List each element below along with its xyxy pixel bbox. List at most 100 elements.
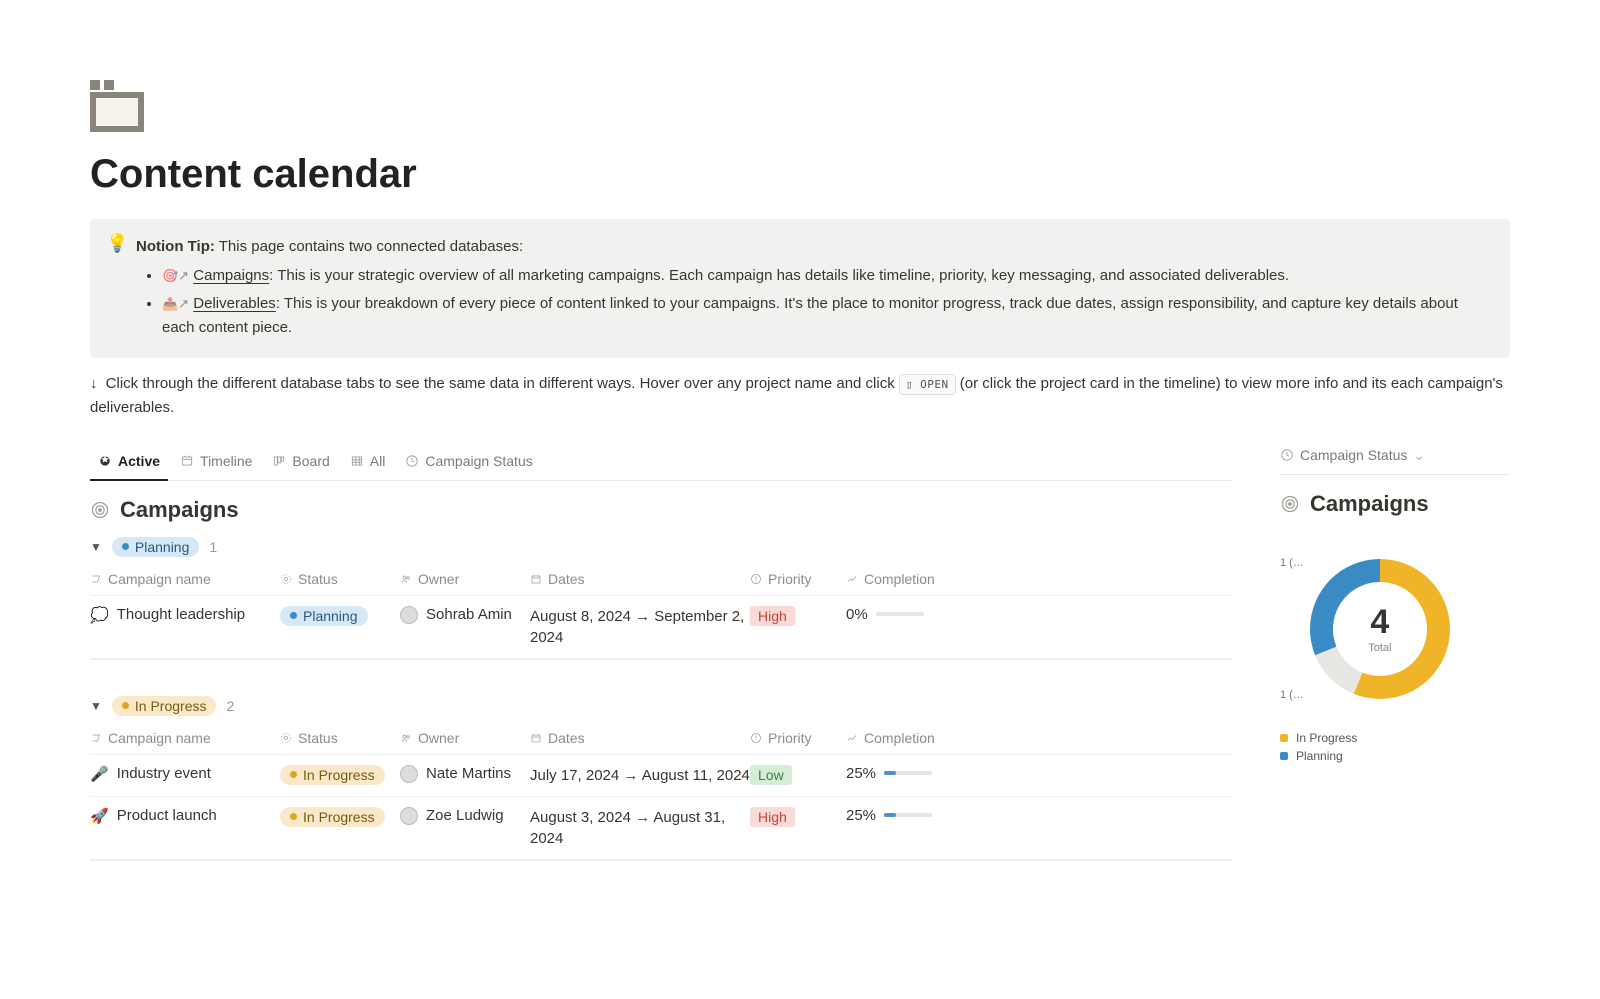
callout-item: 📤↗ Deliverables: This is your breakdown …: [162, 292, 1490, 340]
tab-active[interactable]: Active: [90, 447, 168, 481]
row-emoji-icon: 🚀: [90, 807, 109, 825]
people-icon: [400, 732, 412, 744]
group-table: Campaign nameStatusOwnerDatesPriorityCom…: [90, 722, 1232, 861]
group-header-inprogress[interactable]: ▼In Progress2: [90, 696, 1232, 716]
cell-name[interactable]: 💭Thought leadership: [90, 606, 280, 624]
database-title[interactable]: Campaigns: [90, 497, 1232, 523]
side-database-title[interactable]: Campaigns: [1280, 491, 1510, 517]
tab-icon: [405, 454, 419, 468]
link-page-icon: 🎯↗: [162, 268, 189, 283]
bulb-icon: 💡: [106, 233, 128, 254]
cell-status[interactable]: Planning: [280, 606, 400, 626]
text-icon: [90, 573, 102, 585]
col-dates: Dates: [548, 730, 585, 746]
cell-dates[interactable]: August 3, 2024 → August 31, 2024: [530, 807, 750, 849]
tab-icon: [98, 454, 112, 468]
completion-percent: 25%: [846, 807, 876, 824]
legend-label: In Progress: [1296, 731, 1357, 745]
target-icon: [90, 500, 110, 520]
col-owner: Owner: [418, 730, 459, 746]
tip-callout: 💡 Notion Tip: This page contains two con…: [90, 219, 1510, 358]
row-emoji-icon: 💭: [90, 606, 109, 624]
target-icon: [1280, 494, 1300, 514]
page-link[interactable]: Campaigns: [193, 267, 269, 284]
col-status: Status: [298, 571, 338, 587]
people-icon: [400, 573, 412, 585]
owner-name: Sohrab Amin: [426, 606, 512, 623]
table-row[interactable]: 🎤Industry eventIn ProgressNate MartinsJu…: [90, 755, 1232, 797]
page-icon: [90, 80, 144, 132]
cell-name[interactable]: 🚀 Product launch: [90, 807, 280, 825]
priority-chip: Low: [750, 765, 792, 785]
cell-name[interactable]: 🎤Industry event: [90, 765, 280, 783]
cell-dates[interactable]: July 17, 2024 → August 11, 2024: [530, 765, 750, 786]
chevron-down-icon: ⌄: [1413, 447, 1425, 464]
tab-campaign-status[interactable]: Campaign Status: [397, 447, 540, 479]
toggle-icon[interactable]: ▼: [90, 540, 102, 554]
status-icon: [280, 732, 292, 744]
table-header: Campaign nameStatusOwnerDatesPriorityCom…: [90, 563, 1232, 596]
group-status-pill: Planning: [112, 537, 200, 557]
tab-board[interactable]: Board: [264, 447, 337, 479]
calendar-icon: [530, 732, 542, 744]
status-label: Planning: [303, 608, 358, 624]
cell-status[interactable]: In Progress: [280, 765, 400, 785]
priority-icon: [750, 732, 762, 744]
link-page-icon: 📤↗: [162, 296, 189, 311]
calendar-icon: [530, 573, 542, 585]
progress-bar: [876, 612, 924, 616]
cell-dates[interactable]: August 8, 2024 → September 2, 2024: [530, 606, 750, 648]
priority-chip: High: [750, 807, 795, 827]
priority-icon: [750, 573, 762, 585]
cell-owner[interactable]: Sohrab Amin: [400, 606, 530, 624]
tab-all[interactable]: All: [342, 447, 394, 479]
cell-priority[interactable]: High: [750, 606, 846, 626]
callout-item-text: : This is your breakdown of every piece …: [162, 295, 1458, 336]
cell-completion[interactable]: 25%: [846, 765, 966, 782]
tab-icon: [350, 454, 364, 468]
col-name: Campaign name: [108, 571, 211, 587]
table-header: Campaign nameStatusOwnerDatesPriorityCom…: [90, 722, 1232, 755]
donut-slice-label-bottom: 1 (…: [1280, 689, 1304, 701]
row-emoji-icon: 🎤: [90, 765, 109, 783]
priority-chip: High: [750, 606, 795, 626]
legend-swatch: [1280, 752, 1288, 760]
completion-icon: [846, 732, 858, 744]
cell-owner[interactable]: Zoe Ludwig: [400, 807, 530, 825]
hint-paragraph: ↓ Click through the different database t…: [90, 372, 1510, 419]
completion-percent: 25%: [846, 765, 876, 782]
database-title-text: Campaigns: [120, 497, 239, 523]
text-icon: [90, 732, 102, 744]
tab-label: Campaign Status: [425, 453, 532, 469]
legend-item: In Progress: [1280, 731, 1510, 745]
cell-priority[interactable]: High: [750, 807, 846, 827]
group-header-planning[interactable]: ▼ Planning 1: [90, 537, 1232, 557]
cell-completion[interactable]: 25%: [846, 807, 966, 824]
page-link[interactable]: Deliverables: [193, 295, 276, 312]
cell-status[interactable]: In Progress: [280, 807, 400, 827]
cell-owner[interactable]: Nate Martins: [400, 765, 530, 783]
down-arrow-icon: ↓: [90, 372, 98, 395]
table-row[interactable]: 🚀 Product launch In ProgressZoe LudwigAugu…: [90, 797, 1232, 860]
col-owner: Owner: [418, 571, 459, 587]
group-status-pill: In Progress: [112, 696, 217, 716]
progress-bar: [884, 813, 932, 817]
tab-timeline[interactable]: Timeline: [172, 447, 260, 479]
tip-text: This page contains two connected databas…: [215, 238, 523, 255]
group-count: 1: [209, 539, 217, 555]
tab-label: Timeline: [200, 453, 252, 469]
legend-item: Planning: [1280, 749, 1510, 763]
side-view-header[interactable]: Campaign Status ⌄: [1280, 447, 1510, 475]
toggle-icon[interactable]: ▼: [90, 699, 102, 713]
status-icon: [280, 573, 292, 585]
chart-legend: In Progress Planning: [1280, 731, 1510, 763]
donut-chart: 1 (… 1 (… 4 Total: [1280, 557, 1510, 701]
table-row[interactable]: 💭Thought leadership Planning Sohrab Amin Au…: [90, 596, 1232, 659]
status-icon: [1280, 448, 1294, 462]
cell-completion[interactable]: 0%: [846, 606, 966, 623]
cell-priority[interactable]: Low: [750, 765, 846, 785]
completion-percent: 0%: [846, 606, 868, 623]
callout-item: 🎯↗ Campaigns: This is your strategic ove…: [162, 264, 1490, 288]
campaign-name: Product launch: [117, 807, 217, 824]
side-database-title-text: Campaigns: [1310, 491, 1429, 517]
